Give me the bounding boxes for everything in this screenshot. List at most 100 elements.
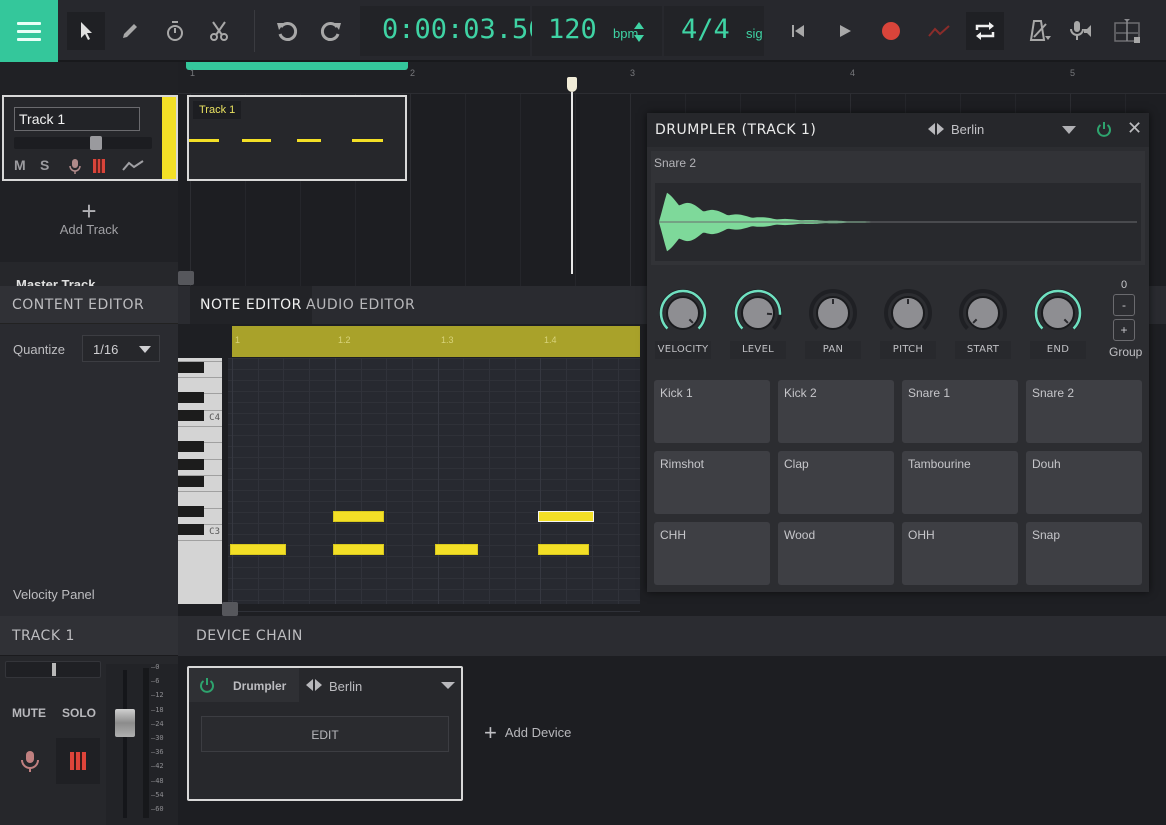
piano-roll-grid[interactable] [228, 358, 640, 612]
instrument-arm-button[interactable] [56, 738, 100, 784]
midi-note[interactable] [537, 544, 590, 555]
loop-region[interactable] [186, 62, 408, 70]
chevron-down-icon[interactable] [441, 682, 455, 689]
record-button[interactable] [872, 12, 910, 50]
preset-arrows-icon[interactable] [927, 123, 945, 135]
automation-button[interactable] [920, 12, 958, 50]
knob-dial[interactable] [1030, 289, 1086, 339]
piano-black-key[interactable] [178, 458, 204, 470]
drum-pad[interactable]: Kick 1 [654, 380, 770, 443]
waveform[interactable] [655, 183, 1141, 261]
drum-pad[interactable]: Wood [778, 522, 894, 585]
close-icon[interactable]: ✕ [1127, 118, 1142, 139]
knob-dial[interactable] [880, 289, 936, 339]
drum-pad[interactable]: Rimshot [654, 451, 770, 514]
knob-velocity[interactable]: VELOCITY [655, 289, 711, 359]
microphone-icon[interactable] [20, 750, 40, 772]
device-drumpler[interactable]: Drumpler Berlin EDIT [187, 666, 463, 801]
drum-pad[interactable]: Snare 2 [1026, 380, 1142, 443]
mixer-view-button[interactable] [1108, 12, 1146, 50]
volume-fader-handle[interactable] [115, 709, 135, 737]
pencil-tool-button[interactable] [111, 12, 149, 50]
device-edit-button[interactable]: EDIT [201, 716, 449, 752]
midi-clip[interactable]: Track 1 [187, 95, 407, 181]
menu-button[interactable] [0, 0, 58, 62]
knob-level[interactable]: LEVEL [730, 289, 786, 359]
track-solo-button[interactable]: S [40, 157, 49, 173]
piano-keyboard[interactable]: C4 C3 [178, 358, 222, 604]
piano-black-key[interactable] [178, 475, 204, 487]
knob-dial[interactable] [955, 289, 1011, 339]
track-header[interactable]: M S [2, 95, 178, 181]
loop-button[interactable] [966, 12, 1004, 50]
play-button[interactable] [826, 12, 864, 50]
drum-pad[interactable]: Tambourine [902, 451, 1018, 514]
piano-black-key[interactable] [178, 506, 204, 518]
drum-pad[interactable]: Snap [1026, 522, 1142, 585]
track-volume-slider[interactable] [14, 136, 152, 150]
knob-pan[interactable]: PAN [805, 289, 861, 359]
chevron-down-icon[interactable] [1062, 126, 1076, 134]
track-mute-button[interactable]: M [14, 157, 26, 173]
timeline-ruler[interactable]: 1 2 3 4 5 [178, 62, 1166, 94]
knob-pitch[interactable]: PITCH [880, 289, 936, 359]
bpm-display[interactable]: 120 bpm [548, 14, 638, 45]
power-icon[interactable] [199, 677, 215, 693]
note-editor-ruler[interactable]: 1 1.2 1.3 1.4 [232, 326, 640, 357]
stopwatch-tool-button[interactable] [156, 12, 194, 50]
volume-fader-track[interactable] [123, 670, 127, 818]
drum-pad[interactable]: Douh [1026, 451, 1142, 514]
track-name-input[interactable] [14, 107, 140, 131]
midi-note[interactable] [332, 544, 384, 555]
piano-black-key[interactable] [178, 524, 204, 535]
piano-black-key[interactable] [178, 440, 204, 452]
mute-button[interactable]: MUTE [12, 706, 46, 720]
piano-roll-scroll-handle[interactable] [222, 602, 238, 616]
pan-slider[interactable] [5, 661, 101, 678]
drum-pad[interactable]: Clap [778, 451, 894, 514]
skip-back-button[interactable] [779, 12, 817, 50]
midi-note[interactable] [537, 511, 595, 522]
preset-selector[interactable]: Berlin [927, 122, 984, 137]
drum-pad[interactable]: CHH [654, 522, 770, 585]
pan-handle[interactable] [52, 663, 56, 676]
knob-dial[interactable] [805, 289, 861, 339]
midi-note[interactable] [332, 511, 384, 522]
piano-black-key[interactable] [178, 391, 204, 403]
drumpler-header[interactable]: DRUMPLER (TRACK 1) Berlin ✕ [647, 113, 1149, 147]
add-device-button[interactable]: + Add Device [484, 720, 571, 746]
preset-arrows-icon[interactable] [305, 679, 323, 691]
automation-icon[interactable] [122, 159, 144, 172]
device-preset[interactable]: Berlin [329, 679, 362, 694]
piano-black-key[interactable] [178, 361, 204, 373]
voice-monitor-button[interactable] [1062, 12, 1100, 50]
group-decrement-button[interactable]: - [1113, 294, 1135, 316]
undo-button[interactable] [268, 12, 306, 50]
master-track-header[interactable]: Master Track [0, 262, 178, 286]
time-signature-display[interactable]: 4/4 sig [681, 14, 763, 45]
tab-audio-editor[interactable]: AUDIO EDITOR [296, 286, 425, 324]
metronome-button[interactable] [1020, 12, 1058, 50]
microphone-icon[interactable] [68, 158, 82, 174]
knob-dial[interactable] [730, 289, 786, 339]
playhead-handle[interactable] [567, 77, 577, 92]
arrangement-scroll-handle[interactable] [178, 271, 194, 285]
instrument-keys-icon[interactable] [92, 158, 106, 174]
pointer-tool-button[interactable] [67, 12, 105, 50]
drum-pad[interactable]: Snare 1 [902, 380, 1018, 443]
solo-button[interactable]: SOLO [62, 706, 96, 720]
scissors-tool-button[interactable] [200, 12, 238, 50]
quantize-select[interactable]: 1/16 [82, 335, 160, 362]
drum-pad[interactable]: OHH [902, 522, 1018, 585]
knob-end[interactable]: END [1030, 289, 1086, 359]
midi-note[interactable] [230, 544, 287, 555]
track-volume-handle[interactable] [89, 136, 102, 150]
tab-note-editor[interactable]: NOTE EDITOR [190, 286, 312, 324]
midi-note[interactable] [435, 544, 479, 555]
add-track-button[interactable]: + Add Track [0, 198, 178, 237]
power-icon[interactable] [1096, 121, 1112, 137]
drum-pad[interactable]: Kick 2 [778, 380, 894, 443]
bpm-stepper-icon[interactable] [632, 19, 646, 45]
redo-button[interactable] [312, 12, 350, 50]
knob-dial[interactable] [655, 289, 711, 339]
